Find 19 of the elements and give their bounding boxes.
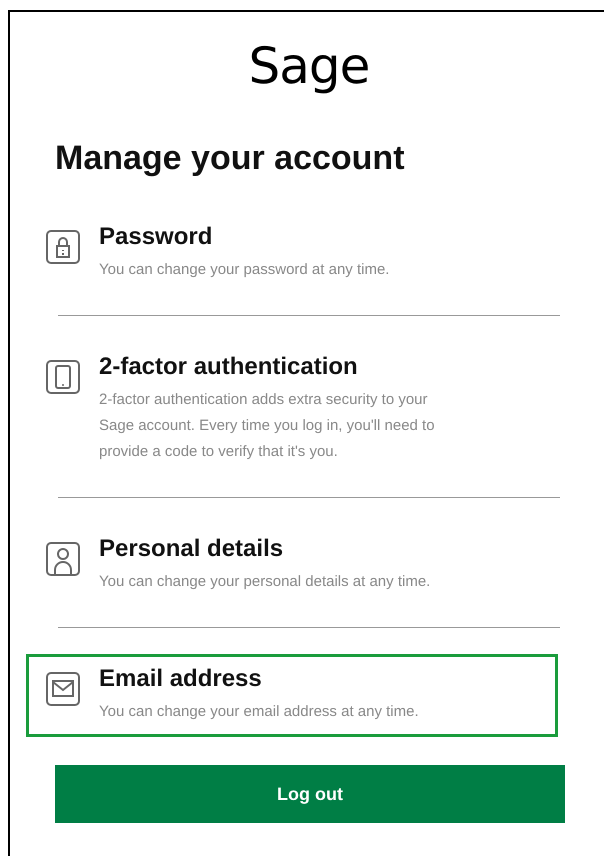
option-description: 2-factor authentication adds extra security to your Sage account. Every time you log in, you'll need to provide a code to verify that it's you. <box>99 390 435 462</box>
logo: Sage <box>248 36 370 96</box>
account-option[interactable]: 2-factor authentication 2-factor authentication adds extra security to your Sage account. Every time you log in, you'll need to provide a code to verify that it's you. <box>26 342 558 477</box>
option-title: 2-factor authentication <box>99 353 359 381</box>
phone-icon <box>45 359 81 395</box>
page-heading: Manage your account <box>55 138 405 178</box>
option-title: Password <box>99 223 214 251</box>
account-option[interactable]: Personal details You can change your personal details at any time. <box>26 524 558 607</box>
person-icon <box>45 541 81 577</box>
option-description: You can change your email address at any time. <box>99 702 419 722</box>
lock-icon <box>45 229 81 265</box>
envelope-icon <box>45 671 81 707</box>
account-option[interactable]: Password You can change your password at any time. <box>26 212 558 295</box>
option-description: You can change your personal details at any time. <box>99 572 430 592</box>
option-description: You can change your password at any time. <box>99 260 390 280</box>
logout-button[interactable]: Log out <box>55 765 565 823</box>
highlighted-option[interactable]: Email address You can change your email address at any time. <box>26 654 558 737</box>
option-title: Personal details <box>99 535 284 563</box>
option-title: Email address <box>99 665 263 693</box>
